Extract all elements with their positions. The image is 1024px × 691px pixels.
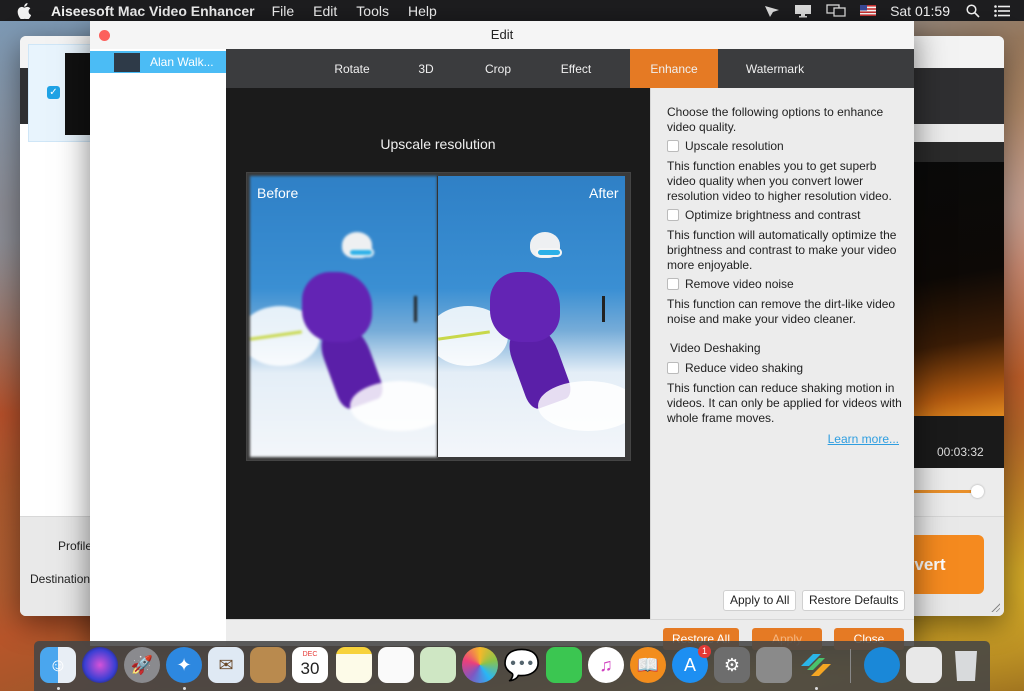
menu-bar: Aiseesoft Mac Video Enhancer File Edit T… <box>0 0 1024 21</box>
menu-edit[interactable]: Edit <box>313 3 337 19</box>
preview-stage: Upscale resolution Before After <box>226 88 650 619</box>
dock-messages-icon[interactable]: 💬 <box>503 647 540 683</box>
options-intro: Choose the following options to enhance … <box>667 105 884 134</box>
remove-noise-option[interactable]: Remove video noise <box>667 277 904 291</box>
tab-effect[interactable]: Effect <box>540 49 612 88</box>
menu-tools[interactable]: Tools <box>356 3 389 19</box>
reduce-shaking-desc: This function can reduce shaking motion … <box>667 381 902 425</box>
dock-disk-utility-icon[interactable] <box>906 647 942 683</box>
dock-system-preferences-icon[interactable]: ⚙ <box>714 647 750 683</box>
before-after-comparison: Before After <box>246 172 631 461</box>
tab-watermark[interactable]: Watermark <box>730 49 820 88</box>
dock-trash-icon[interactable] <box>948 647 984 683</box>
app-name-menu[interactable]: Aiseesoft Mac Video Enhancer <box>51 3 255 19</box>
sidebar-file-item[interactable]: Alan Walk... <box>90 51 226 73</box>
edit-tabs: Rotate 3D Crop Effect Enhance Watermark <box>226 49 914 88</box>
dock-safari-icon[interactable]: ✦ <box>166 647 202 683</box>
brightness-contrast-option[interactable]: Optimize brightness and contrast <box>667 208 904 222</box>
remove-noise-checkbox[interactable] <box>667 278 679 290</box>
apply-to-all-button[interactable]: Apply to All <box>723 590 797 611</box>
brightness-contrast-checkbox[interactable] <box>667 209 679 221</box>
preview-header <box>900 142 1004 162</box>
upscale-resolution-label: Upscale resolution <box>685 139 784 153</box>
file-thumbnail <box>114 52 140 72</box>
remove-noise-desc: This function can remove the dirt-like v… <box>667 297 896 326</box>
after-label: After <box>589 185 619 201</box>
upscale-resolution-checkbox[interactable] <box>667 140 679 152</box>
dock-reminders-icon[interactable] <box>378 647 414 683</box>
file-list <box>20 124 90 516</box>
dock-video-enhancer-icon[interactable] <box>798 647 834 683</box>
dock-itunes-icon[interactable]: ♫ <box>588 647 624 683</box>
edit-dialog: Edit Alan Walk... Rotate 3D Crop Effect … <box>90 21 914 650</box>
dock-contacts-icon[interactable] <box>250 647 286 683</box>
volume-slider-knob[interactable] <box>971 485 984 498</box>
reduce-shaking-checkbox[interactable] <box>667 362 679 374</box>
brightness-contrast-desc: This function will automatically optimiz… <box>667 228 897 272</box>
before-image <box>250 176 437 457</box>
dock-app-store-icon[interactable]: A 1 <box>672 645 711 683</box>
dock-maps-icon[interactable] <box>420 647 456 683</box>
before-label: Before <box>257 185 299 201</box>
file-checkbox[interactable]: ✓ <box>47 86 60 99</box>
brightness-contrast-label: Optimize brightness and contrast <box>685 208 861 222</box>
stylus-icon[interactable] <box>764 4 780 18</box>
dock-facetime-icon[interactable] <box>546 647 582 683</box>
upscale-resolution-option[interactable]: Upscale resolution <box>667 139 904 153</box>
dock-ibooks-icon[interactable]: 📖 <box>630 647 666 683</box>
menu-file[interactable]: File <box>272 3 295 19</box>
profile-label: Profile <box>58 539 93 553</box>
remove-noise-label: Remove video noise <box>685 277 794 291</box>
dock-launchpad-icon[interactable]: 🚀 <box>124 647 160 683</box>
stage-title: Upscale resolution <box>380 136 496 152</box>
reduce-shaking-label: Reduce video shaking <box>685 361 804 375</box>
tab-crop[interactable]: Crop <box>462 49 534 88</box>
restore-defaults-button[interactable]: Restore Defaults <box>802 590 906 611</box>
spotlight-search-icon[interactable] <box>966 3 980 18</box>
after-image <box>438 176 625 457</box>
enhance-options-panel: Choose the following options to enhance … <box>650 88 914 619</box>
dock-finder-icon[interactable]: ☺ <box>40 647 76 683</box>
playback-bar <box>900 416 1004 468</box>
reduce-shaking-option[interactable]: Reduce video shaking <box>667 361 904 375</box>
preview-frame <box>900 162 1004 416</box>
menu-help[interactable]: Help <box>408 3 437 19</box>
tab-3d[interactable]: 3D <box>396 49 456 88</box>
close-dialog-button[interactable] <box>99 30 110 41</box>
app-store-badge: 1 <box>698 645 711 658</box>
display-icon[interactable] <box>794 4 812 18</box>
destination-label: Destination <box>30 572 91 586</box>
calendar-day: 30 <box>300 659 320 678</box>
running-indicator <box>815 687 818 690</box>
calendar-month: DEC <box>302 651 318 658</box>
dock-siri-icon[interactable] <box>82 647 118 683</box>
dock-photos-icon[interactable] <box>462 647 498 683</box>
dock-instruments-icon[interactable] <box>756 647 792 683</box>
learn-more-link[interactable]: Learn more... <box>667 432 904 446</box>
running-indicator <box>57 687 60 690</box>
dock-mail-icon[interactable]: ✉ <box>208 647 244 683</box>
tab-rotate[interactable]: Rotate <box>314 49 390 88</box>
file-name: Alan Walk... <box>150 55 214 69</box>
airplay-screens-icon[interactable] <box>826 3 846 18</box>
volume-slider-track[interactable] <box>910 490 978 493</box>
deshaking-section-title: Video Deshaking <box>670 341 761 355</box>
upscale-resolution-desc: This function enables you to get superb … <box>667 159 892 203</box>
clock[interactable]: Sat 01:59 <box>890 3 950 19</box>
dock-calendar-icon[interactable]: DEC 30 <box>292 647 328 683</box>
us-flag-icon[interactable] <box>860 5 877 16</box>
running-indicator <box>183 687 186 690</box>
dock-aiseesoft-icon[interactable] <box>864 647 900 683</box>
notification-center-icon[interactable] <box>994 4 1010 17</box>
edit-dialog-titlebar: Edit <box>90 21 914 49</box>
duration-label: 00:03:32 <box>937 445 984 459</box>
dock-notes-icon[interactable] <box>336 647 372 683</box>
apple-menu-icon[interactable] <box>17 2 35 19</box>
dock-separator <box>850 649 851 683</box>
dock: ☺ 🚀 ✦ ✉ DEC 30 💬 ♫ 📖 A 1 ⚙ <box>34 641 990 691</box>
edit-file-sidebar: Alan Walk... <box>90 49 226 646</box>
tab-enhance[interactable]: Enhance <box>630 49 718 88</box>
